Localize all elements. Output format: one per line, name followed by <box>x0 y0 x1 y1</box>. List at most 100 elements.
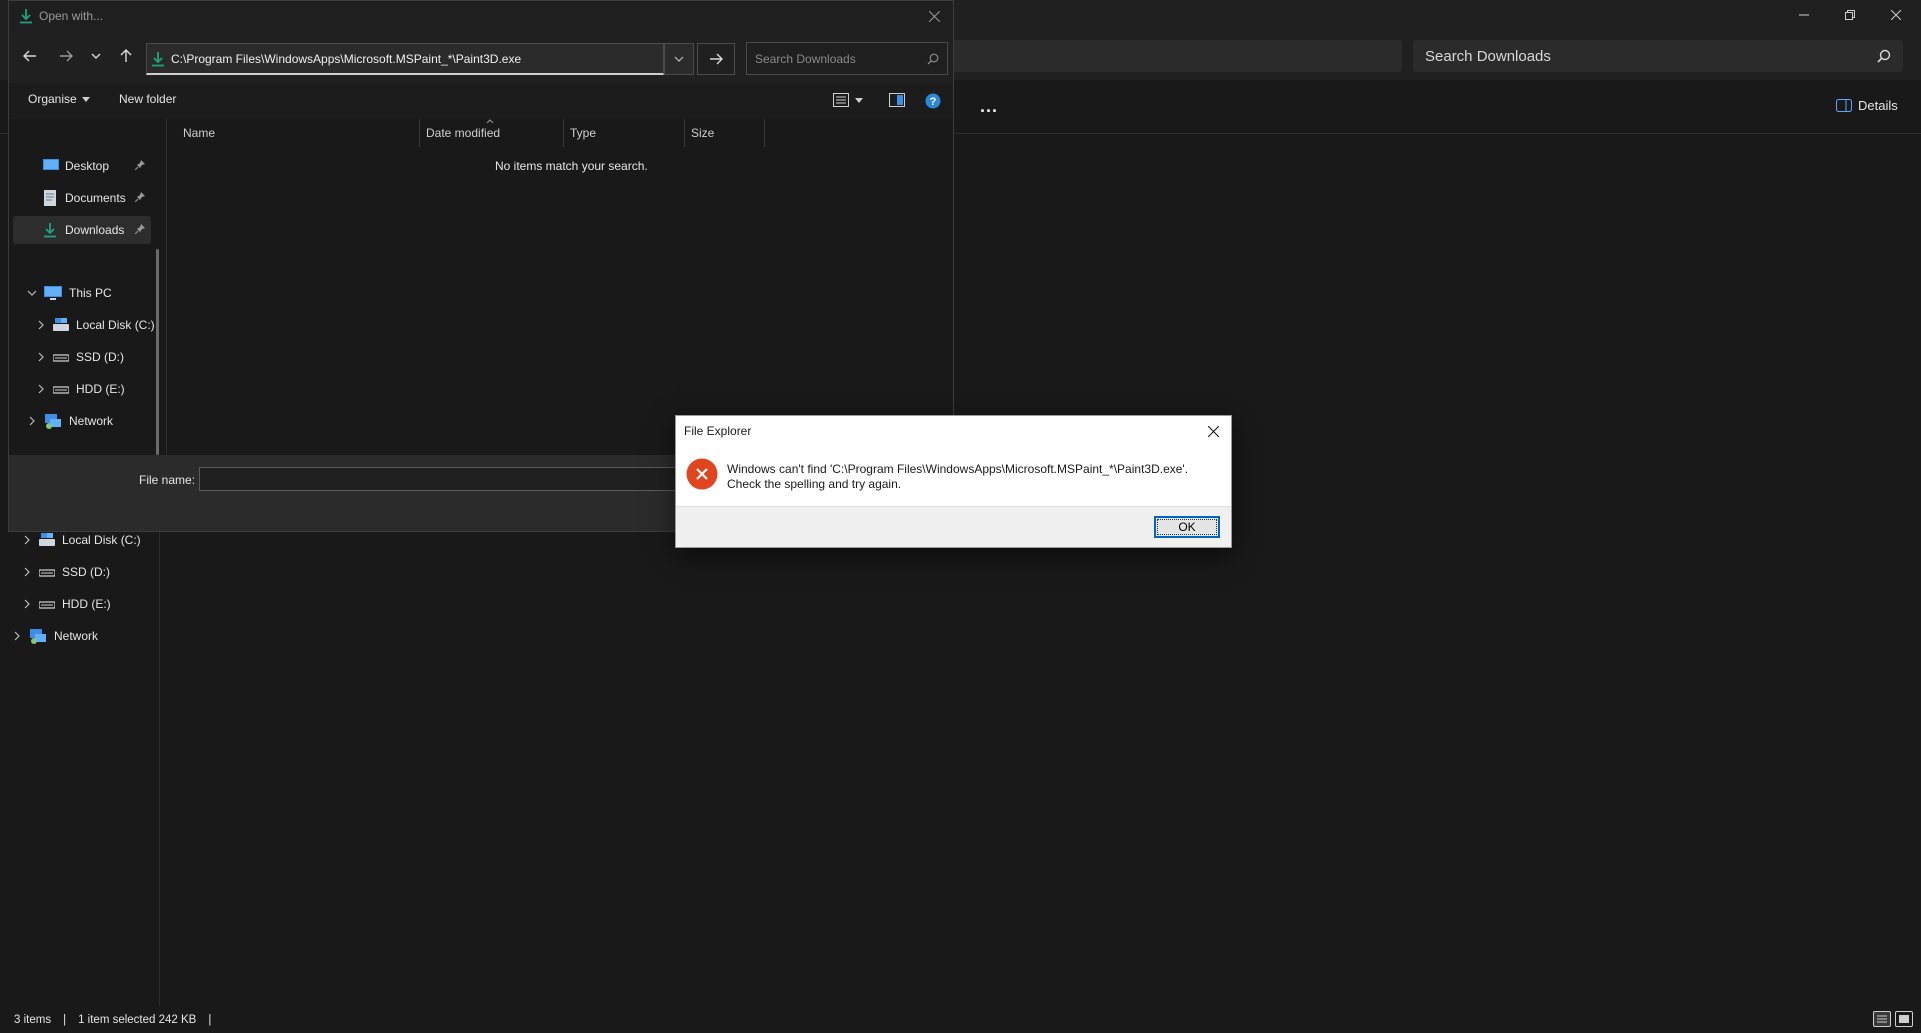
local-disk-icon <box>39 533 55 546</box>
column-header-date-modified[interactable]: Date modified <box>420 119 564 147</box>
forward-button[interactable] <box>53 43 79 69</box>
dialog-command-bar: Organise New folder ? <box>9 83 953 119</box>
empty-results-message: No items match your search. <box>495 159 648 173</box>
download-icon <box>152 52 164 67</box>
chevron-right-icon <box>29 416 35 426</box>
nav-item-network[interactable]: Network <box>12 623 98 649</box>
back-button[interactable] <box>17 43 43 69</box>
close-window-button[interactable] <box>1873 0 1919 30</box>
arrow-right-icon <box>710 53 723 65</box>
nav-item-hdd-e[interactable]: HDD (E:) <box>36 376 125 402</box>
caret-down-icon <box>81 96 90 102</box>
chevron-right-icon <box>24 567 30 577</box>
dialog-body: Desktop Documents Downloads This PC Loca… <box>9 119 953 455</box>
status-selection: 1 item selected 242 KB <box>78 1013 197 1026</box>
view-toggle-group <box>1873 1011 1913 1027</box>
help-icon: ? <box>925 93 941 109</box>
nav-item-network[interactable]: Network <box>27 408 113 434</box>
open-with-titlebar: Open with... <box>9 1 953 31</box>
up-button[interactable] <box>113 43 139 69</box>
change-view-button[interactable] <box>833 93 863 107</box>
nav-item-label: HDD (E:) <box>76 382 125 396</box>
new-folder-button[interactable]: New folder <box>119 92 176 106</box>
error-message-line-2: Check the spelling and try again. <box>727 477 902 491</box>
drive-icon <box>39 569 55 577</box>
close-icon <box>1891 10 1901 20</box>
nav-item-label: Network <box>69 414 114 428</box>
nav-item-label: This PC <box>69 286 112 300</box>
nav-item-local-disk-c[interactable]: Local Disk (C:) <box>36 312 155 338</box>
downloads-icon <box>44 223 56 238</box>
close-dialog-button[interactable] <box>919 1 949 31</box>
more-options-button[interactable]: ... <box>980 96 998 117</box>
error-message-line-1: Windows can't find 'C:\Program Files\Win… <box>727 462 1189 476</box>
go-button[interactable] <box>697 43 735 75</box>
nav-scrollbar[interactable] <box>156 249 159 455</box>
nav-item-desktop[interactable]: Desktop <box>13 152 151 180</box>
chevron-right-icon <box>24 599 30 609</box>
dialog-search-input[interactable]: Search Downloads <box>746 42 948 75</box>
status-bar: 3 items | 1 item selected 242 KB | <box>0 1006 1921 1033</box>
sort-ascending-icon <box>486 119 494 124</box>
preview-pane-button[interactable] <box>889 93 905 107</box>
column-label: Type <box>570 126 597 140</box>
explorer-address-field[interactable] <box>952 40 1402 72</box>
svg-text:?: ? <box>930 96 937 108</box>
error-dialog-close-button[interactable] <box>1199 418 1227 444</box>
details-pane-button[interactable]: Details <box>1836 98 1898 113</box>
help-button[interactable]: ? <box>925 93 941 109</box>
chevron-right-icon <box>38 320 44 330</box>
restore-icon <box>1845 10 1855 20</box>
chevron-down-icon <box>27 290 37 296</box>
drive-icon <box>39 601 55 609</box>
pin-icon <box>135 160 145 170</box>
recent-locations-button[interactable] <box>83 43 109 69</box>
close-icon <box>1207 425 1219 437</box>
error-dialog: File Explorer Windows can't find 'C:\Pro… <box>675 415 1232 548</box>
documents-icon <box>44 190 56 206</box>
new-folder-label: New folder <box>119 92 177 106</box>
arrow-left-icon <box>23 50 36 62</box>
nav-item-label: Downloads <box>65 223 125 237</box>
address-input[interactable]: C:\Program Files\WindowsApps\Microsoft.M… <box>146 43 664 75</box>
drive-icon <box>53 386 69 394</box>
nav-item-ssd-d[interactable]: SSD (D:) <box>36 344 124 370</box>
nav-item-label: Desktop <box>65 159 110 173</box>
organise-button[interactable]: Organise <box>28 92 90 106</box>
chevron-right-icon <box>14 631 20 641</box>
column-header-type[interactable]: Type <box>564 119 685 147</box>
nav-item-downloads[interactable]: Downloads <box>13 216 151 244</box>
computer-icon <box>44 285 62 300</box>
open-with-navigation-bar: C:\Program Files\WindowsApps\Microsoft.M… <box>9 31 953 83</box>
explorer-search-placeholder: Search Downloads <box>1425 47 1551 65</box>
address-dropdown-button[interactable] <box>664 43 694 75</box>
error-dialog-footer: OK <box>676 506 1231 547</box>
status-separator: | <box>208 1013 212 1026</box>
error-dialog-titlebar: File Explorer <box>676 416 1231 446</box>
nav-item-this-pc[interactable]: This PC <box>27 280 112 306</box>
tiles-view-button[interactable] <box>1895 1011 1913 1027</box>
details-label: Details <box>1858 98 1898 113</box>
error-dialog-title: File Explorer <box>684 424 752 438</box>
dialog-search-placeholder: Search Downloads <box>755 51 856 66</box>
column-header-size[interactable]: Size <box>685 119 765 147</box>
arrow-right-icon <box>60 50 73 62</box>
organise-label: Organise <box>28 92 77 106</box>
details-pane-icon <box>1836 99 1852 112</box>
nav-item-label: SSD (D:) <box>62 565 110 579</box>
status-items-count: 3 items <box>14 1013 52 1026</box>
dialog-navigation-pane: Desktop Documents Downloads This PC Loca… <box>9 119 167 455</box>
column-label: Size <box>691 126 715 140</box>
minimize-button[interactable] <box>1781 0 1827 30</box>
address-text: C:\Program Files\WindowsApps\Microsoft.M… <box>171 51 522 66</box>
nav-item-documents[interactable]: Documents <box>13 184 151 212</box>
restore-button[interactable] <box>1827 0 1873 30</box>
column-header-name[interactable]: Name <box>177 119 420 147</box>
nav-item-hdd-e[interactable]: HDD (E:) <box>22 591 111 617</box>
explorer-search-input[interactable]: Search Downloads <box>1413 40 1903 72</box>
download-icon <box>20 9 32 24</box>
search-icon <box>927 53 939 65</box>
nav-item-ssd-d[interactable]: SSD (D:) <box>22 559 110 585</box>
details-view-button[interactable] <box>1873 1011 1891 1027</box>
ok-button[interactable]: OK <box>1154 516 1220 538</box>
